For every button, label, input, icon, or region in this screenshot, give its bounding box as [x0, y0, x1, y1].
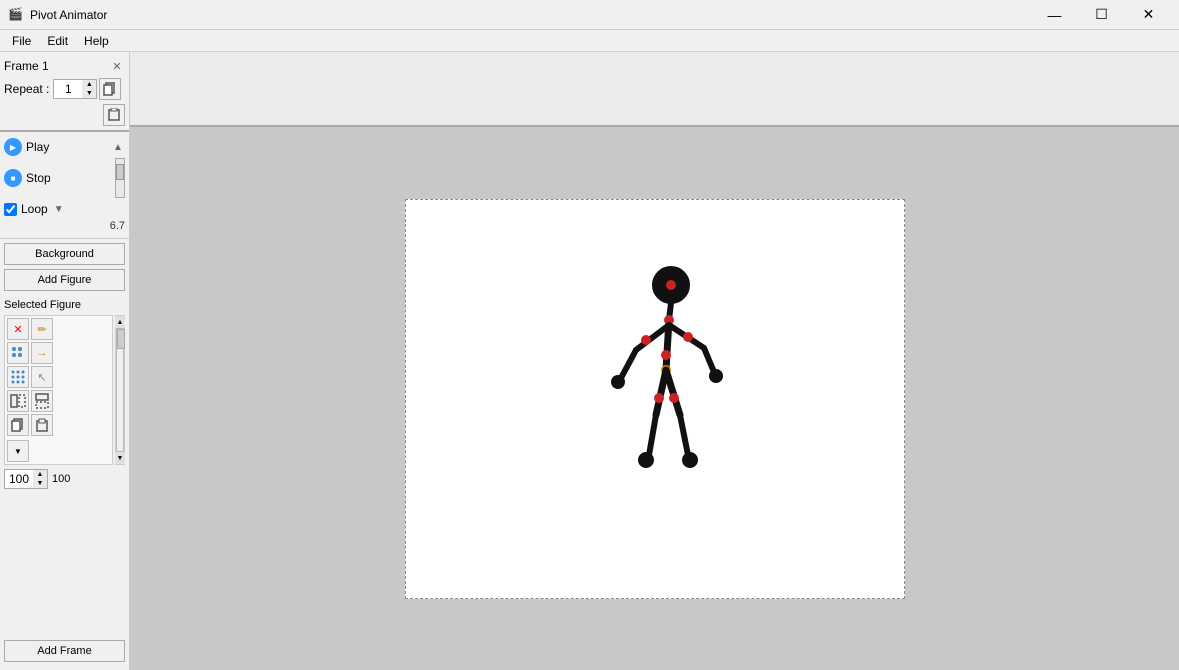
edit-figure-button[interactable]: ✏	[31, 318, 53, 340]
scale-max-label: 100	[52, 473, 70, 485]
close-button[interactable]: ✕	[1126, 0, 1171, 30]
minimize-button[interactable]: —	[1032, 0, 1077, 30]
scale-row: ▲ ▼ 100	[4, 469, 125, 489]
play-label: Play	[26, 140, 49, 154]
canvas-frame[interactable]	[405, 199, 905, 599]
selected-figure-title: Selected Figure	[4, 299, 125, 311]
move-all-button[interactable]	[7, 342, 29, 364]
pointer-button[interactable]: ↖	[31, 366, 53, 388]
figure-toolbar-scrollbar[interactable]: ▲ ▼	[115, 315, 125, 465]
spinner-up[interactable]: ▲	[82, 80, 96, 89]
title-bar: 🎬 Pivot Animator — ☐ ✕	[0, 0, 1179, 30]
loop-label: Loop	[21, 202, 48, 216]
menu-bar: File Edit Help	[0, 30, 1179, 52]
stickman-figure[interactable]	[606, 260, 726, 503]
flip-h-icon	[10, 393, 26, 409]
stop-label: Stop	[26, 171, 51, 185]
speed-value: 6.7	[110, 220, 125, 232]
paste-icon	[107, 108, 121, 122]
copy-frame-button[interactable]	[99, 78, 121, 100]
repeat-row: Repeat : 1 ▲ ▼	[4, 76, 125, 102]
speed-down-button[interactable]: ▼	[52, 204, 66, 215]
app-container: Frame 1 ✕ Repeat : 1 ▲ ▼	[0, 52, 1179, 670]
scatter-button[interactable]	[7, 366, 29, 388]
add-figure-button[interactable]: Add Figure	[4, 269, 125, 291]
frames-strip	[130, 52, 1179, 127]
play-stop-controls: ▶ Play ▲ ■ Stop	[4, 138, 125, 232]
app-title: Pivot Animator	[30, 8, 1032, 22]
scrollbar-down-arrow[interactable]: ▼	[115, 452, 125, 464]
figure-toolbar: ✕ ✏	[4, 315, 113, 465]
flip-vertical-button[interactable]	[31, 390, 53, 412]
maximize-button[interactable]: ☐	[1079, 0, 1124, 30]
canvas-area	[130, 52, 1179, 670]
spinner-down[interactable]: ▼	[82, 89, 96, 98]
toolbar-row-1: ✕ ✏	[7, 318, 110, 340]
move-right-button[interactable]: →	[31, 342, 53, 364]
move-all-icon	[10, 345, 26, 361]
frame-item: Frame 1 ✕	[4, 56, 125, 76]
toolbar-row-2: →	[7, 342, 110, 364]
stop-button[interactable]: ■ Stop	[4, 169, 51, 187]
flip-horizontal-button[interactable]	[7, 390, 29, 412]
copy-figure-button[interactable]	[7, 414, 29, 436]
speed-up-button[interactable]: ▲	[111, 142, 125, 153]
scrollbar-thumb	[117, 329, 125, 349]
paste-frame-button[interactable]	[103, 104, 125, 126]
menu-edit[interactable]: Edit	[39, 32, 76, 50]
repeat-spinner: 1 ▲ ▼	[53, 79, 97, 99]
figure-action-buttons: Background Add Figure	[0, 239, 129, 295]
scatter-icon	[10, 369, 26, 385]
paste-fig-icon	[35, 418, 49, 432]
copy-fig-icon	[11, 418, 25, 432]
selected-figure-section: Selected Figure ✕ ✏	[0, 295, 129, 636]
scale-down-button[interactable]: ▼	[33, 479, 47, 488]
chevron-row: ▼	[7, 440, 110, 462]
menu-file[interactable]: File	[4, 32, 39, 50]
scale-input[interactable]	[5, 471, 33, 487]
loop-row: Loop ▼	[4, 202, 125, 216]
main-canvas-area[interactable]	[130, 127, 1179, 670]
paste-figure-button[interactable]	[31, 414, 53, 436]
toolbar-row-4	[7, 390, 110, 412]
left-panel: Frame 1 ✕ Repeat : 1 ▲ ▼	[0, 52, 130, 670]
menu-help[interactable]: Help	[76, 32, 117, 50]
spinner-buttons: ▲ ▼	[82, 80, 96, 98]
stickman-svg	[606, 260, 726, 500]
scale-spinner-buttons: ▲ ▼	[33, 470, 47, 488]
add-frame-section: Add Frame	[0, 636, 129, 670]
toolbar-row-5	[7, 414, 110, 436]
play-button[interactable]: ▶ Play	[4, 138, 49, 156]
frames-section: Frame 1 ✕ Repeat : 1 ▲ ▼	[0, 52, 129, 132]
flip-v-icon	[34, 393, 50, 409]
delete-figure-button[interactable]: ✕	[7, 318, 29, 340]
play-icon: ▶	[4, 138, 22, 156]
background-button[interactable]: Background	[4, 243, 125, 265]
frame-label: Frame 1	[4, 59, 49, 73]
repeat-input[interactable]: 1	[54, 81, 82, 97]
toolbar-row-3: ↖	[7, 366, 110, 388]
window-controls: — ☐ ✕	[1032, 0, 1171, 30]
scale-up-button[interactable]: ▲	[33, 470, 47, 479]
add-frame-button[interactable]: Add Frame	[4, 640, 125, 662]
scrollbar-track	[116, 328, 124, 452]
stop-icon: ■	[4, 169, 22, 187]
scale-spinner: ▲ ▼	[4, 469, 48, 489]
copy-icon	[103, 82, 117, 96]
frame-close-button[interactable]: ✕	[109, 58, 125, 74]
loop-checkbox[interactable]	[4, 203, 17, 216]
repeat-label: Repeat :	[4, 82, 49, 96]
scrollbar-up-arrow[interactable]: ▲	[115, 316, 125, 328]
app-icon: 🎬	[8, 7, 24, 23]
playback-controls: ▶ Play ▲ ■ Stop	[0, 132, 129, 239]
toolbar-down-arrow[interactable]: ▼	[7, 440, 29, 462]
